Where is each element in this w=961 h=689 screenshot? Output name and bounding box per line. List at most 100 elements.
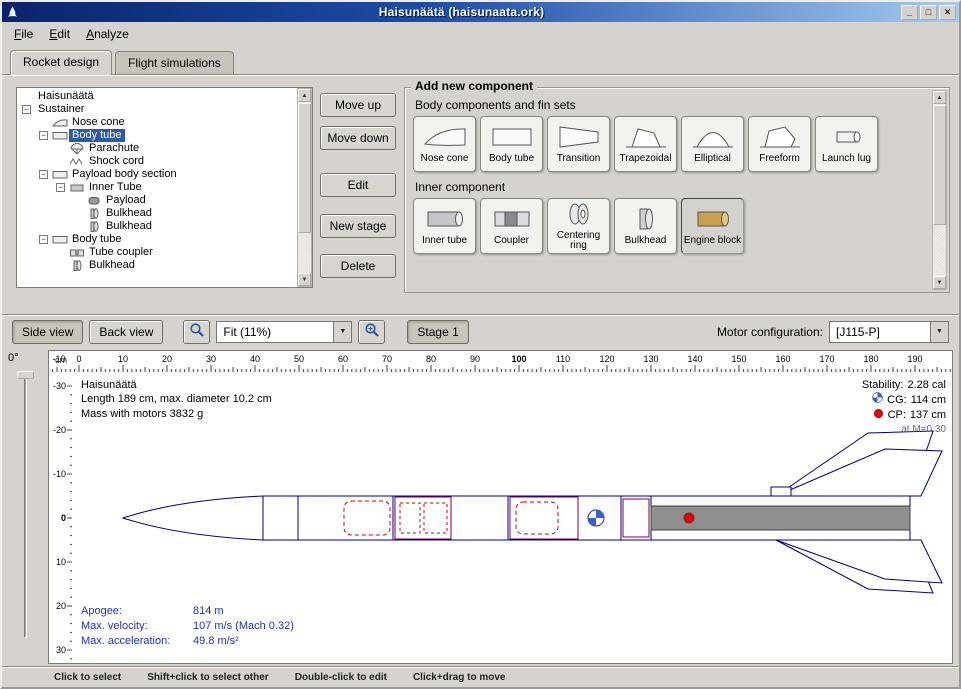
status-bar: Click to selectShift+click to select oth…: [2, 666, 959, 687]
title-bar[interactable]: Haisunäätä (haisunaata.ork) _ □ ✕: [2, 2, 959, 22]
launch-lug-outline[interactable]: [771, 487, 791, 496]
palette-group-label: Inner component: [415, 180, 929, 194]
tab-rocket-design[interactable]: Rocket design: [10, 50, 112, 75]
cp-value: 137 cm: [910, 408, 946, 422]
window-title: Haisunäätä (haisunaata.ork): [24, 5, 899, 19]
stat-label: Apogee:: [81, 604, 193, 619]
delete-button[interactable]: Delete: [320, 254, 396, 278]
rocket-drawing-area[interactable]: Haisunäätä Length 189 cm, max. diameter …: [73, 373, 952, 663]
add-launch-lug-button[interactable]: Launch lug: [815, 116, 878, 172]
svg-text:100: 100: [511, 354, 526, 364]
expander-minus-icon[interactable]: −: [39, 235, 48, 244]
scroll-up-icon[interactable]: ▲: [298, 89, 311, 102]
expander-minus-icon[interactable]: −: [56, 183, 65, 192]
svg-text:-10: -10: [53, 469, 66, 479]
add-centering-ring-button[interactable]: Centering ring: [547, 198, 610, 254]
palette-button-label: Launch lug: [822, 154, 871, 165]
nose-cone-outline[interactable]: [123, 496, 263, 540]
svg-text:90: 90: [470, 354, 480, 364]
svg-text:30: 30: [206, 354, 216, 364]
add-nose-cone-button[interactable]: Nose cone: [413, 116, 476, 172]
chevron-down-icon[interactable]: ▼: [930, 322, 948, 342]
tree-item-payload-body-section[interactable]: −Payload body section: [18, 168, 296, 181]
svg-text:20: 20: [56, 601, 66, 611]
tree-item-parachute[interactable]: Parachute: [18, 142, 296, 155]
tree-item-haisun-t-[interactable]: Haisunäätä: [18, 90, 296, 103]
new-stage-button[interactable]: New stage: [320, 214, 396, 238]
tree-scroll-thumb[interactable]: [298, 103, 311, 233]
scroll-down-icon[interactable]: ▼: [298, 273, 311, 286]
bulkhead-icon: [86, 220, 103, 233]
scroll-down-icon[interactable]: ▼: [933, 276, 946, 289]
zoom-select[interactable]: Fit (11%) ▼: [216, 321, 352, 343]
tree-item-body-tube[interactable]: −Body tube: [18, 233, 296, 246]
menu-item-analyze[interactable]: Analyze: [78, 24, 137, 44]
rocket-canvas[interactable]: cm 0102030405060708090100110120130140150…: [48, 350, 953, 664]
tree-item-nose-cone[interactable]: Nose cone: [18, 116, 296, 129]
rocket-name: Haisunäätä: [81, 378, 272, 392]
zoom-out-button[interactable]: [183, 320, 210, 344]
zoom-in-button[interactable]: [358, 320, 385, 344]
tab-flight-simulations[interactable]: Flight simulations: [115, 51, 234, 74]
maximize-button[interactable]: □: [920, 5, 937, 20]
palette-scroll-thumb[interactable]: [933, 105, 946, 225]
side-view-button[interactable]: Side view: [12, 320, 83, 344]
stat-value: 814 m: [193, 604, 224, 619]
rotation-slider-handle[interactable]: [17, 371, 34, 379]
bodytube-icon: [52, 233, 69, 246]
coupler-icon: [69, 246, 86, 259]
tree-item-payload[interactable]: Payload: [18, 194, 296, 207]
tree-item-bulkhead[interactable]: Bulkhead: [18, 220, 296, 233]
component-tree[interactable]: Haisunäätä−SustainerNose cone−Body tubeP…: [18, 90, 296, 286]
stat-label: Max. velocity:: [81, 619, 193, 634]
chevron-down-icon[interactable]: ▼: [333, 322, 351, 342]
add-transition-button[interactable]: Transition: [547, 116, 610, 172]
tree-item-tube-coupler[interactable]: Tube coupler: [18, 246, 296, 259]
add-bulkhead-button[interactable]: Bulkhead: [614, 198, 677, 254]
tree-scrollbar[interactable]: ▲ ▼: [297, 88, 312, 287]
back-view-button[interactable]: Back view: [89, 320, 163, 344]
bulkhead-icon: [86, 207, 103, 220]
nosecone-icon: [52, 116, 69, 129]
tree-item-label: Sustainer: [35, 103, 87, 116]
stage-1-toggle[interactable]: Stage 1: [407, 320, 468, 344]
scroll-up-icon[interactable]: ▲: [933, 91, 946, 104]
tree-item-bulkhead[interactable]: Bulkhead: [18, 259, 296, 272]
tree-item-shock-cord[interactable]: Shock cord: [18, 155, 296, 168]
cp-symbol: [684, 513, 694, 523]
add-coupler-button[interactable]: Coupler: [480, 198, 543, 254]
svg-text:160: 160: [775, 354, 790, 364]
expander-minus-icon[interactable]: −: [22, 105, 31, 114]
menu-bar: FileEditAnalyze: [2, 22, 959, 46]
add-body-tube-button[interactable]: Body tube: [480, 116, 543, 172]
expander-minus-icon[interactable]: −: [39, 170, 48, 179]
add-engine-block-button[interactable]: Engine block: [681, 198, 744, 254]
add-inner-tube-button[interactable]: Inner tube: [413, 198, 476, 254]
tree-item-inner-tube[interactable]: −Inner Tube: [18, 181, 296, 194]
tree-item-bulkhead[interactable]: Bulkhead: [18, 207, 296, 220]
tree-item-sustainer[interactable]: −Sustainer: [18, 103, 296, 116]
flight-stats: Apogee:814 mMax. velocity:107 m/s (Mach …: [81, 604, 294, 649]
menu-item-file[interactable]: File: [6, 24, 41, 44]
tab-row: Rocket design Flight simulations: [2, 46, 959, 74]
tree-item-label: Payload: [103, 194, 149, 207]
nose-cone-icon: [423, 124, 467, 153]
svg-text:60: 60: [338, 354, 348, 364]
rotation-slider-track[interactable]: [24, 374, 27, 638]
edit-button[interactable]: Edit: [320, 173, 396, 197]
add-elliptical-button[interactable]: Elliptical: [681, 116, 744, 172]
move-up-button[interactable]: Move up: [320, 93, 396, 117]
expander-minus-icon[interactable]: −: [39, 131, 48, 140]
cp-label: CP:: [888, 408, 906, 422]
palette-scrollbar[interactable]: ▲ ▼: [932, 90, 947, 290]
menu-item-edit[interactable]: Edit: [41, 24, 78, 44]
add-trapezoidal-button[interactable]: Trapezoidal: [614, 116, 677, 172]
add-freeform-button[interactable]: Freeform: [748, 116, 811, 172]
close-button[interactable]: ✕: [939, 5, 956, 20]
move-down-button[interactable]: Move down: [320, 126, 396, 150]
motor-configuration-select[interactable]: [J115-P] ▼: [829, 321, 949, 343]
cg-icon: [872, 392, 883, 407]
minimize-button[interactable]: _: [901, 5, 918, 20]
tree-item-body-tube[interactable]: −Body tube: [18, 129, 296, 142]
status-hint: Double-click to edit: [295, 672, 387, 683]
